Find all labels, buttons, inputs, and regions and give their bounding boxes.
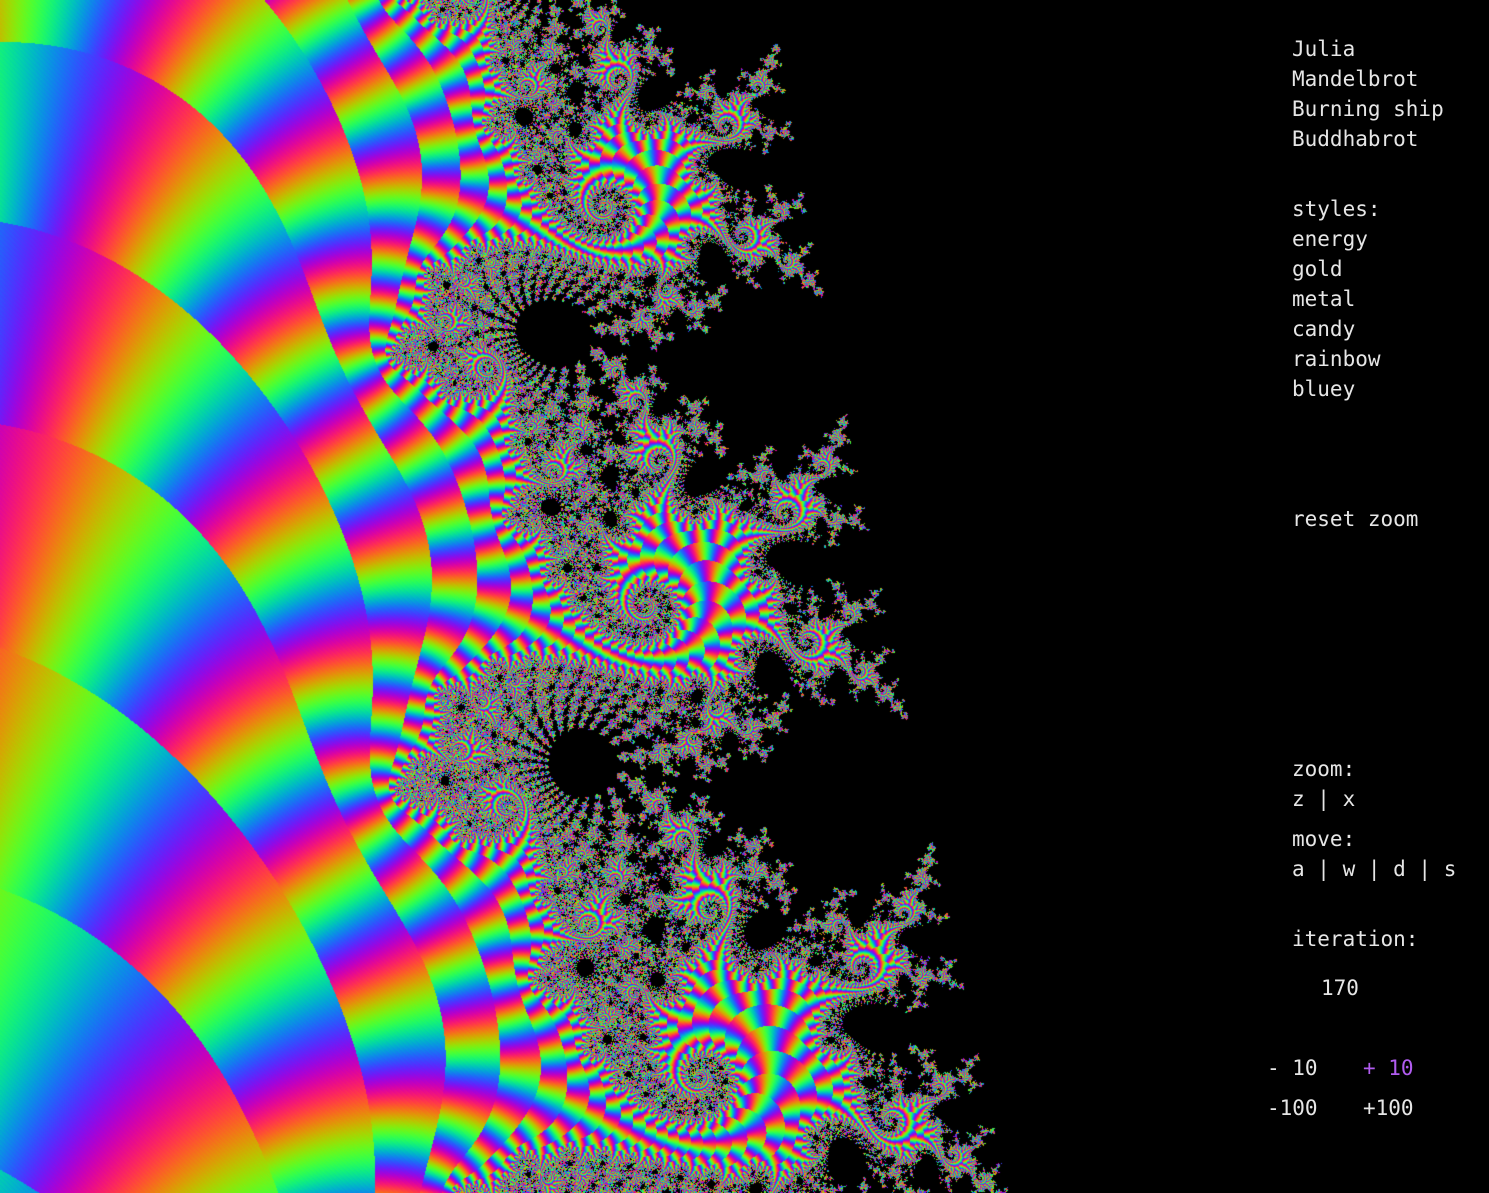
style-option-metal[interactable]: metal: [1292, 286, 1355, 312]
fractal-view[interactable]: [0, 0, 1193, 1193]
style-option-rainbow[interactable]: rainbow: [1292, 346, 1381, 372]
iteration-plus-100-button[interactable]: +100: [1363, 1095, 1414, 1121]
move-label: move:: [1292, 827, 1356, 851]
style-option-gold[interactable]: gold: [1292, 256, 1343, 282]
reset-zoom-button[interactable]: reset zoom: [1292, 506, 1418, 532]
styles-label: styles:: [1292, 197, 1381, 221]
iteration-minus-10-button[interactable]: - 10: [1267, 1055, 1318, 1081]
zoom-label: zoom:: [1292, 757, 1356, 781]
zoom-keys: z | x: [1292, 787, 1356, 811]
iteration-label: iteration:: [1292, 927, 1419, 951]
iteration-plus-10-button[interactable]: + 10: [1363, 1055, 1414, 1081]
fractal-option-burning-ship[interactable]: Burning ship: [1292, 96, 1444, 122]
style-option-energy[interactable]: energy: [1292, 226, 1368, 252]
control-panel: Julia Mandelbrot Burning ship Buddhabrot…: [1193, 0, 1489, 1193]
fractal-option-mandelbrot[interactable]: Mandelbrot: [1292, 66, 1418, 92]
style-option-candy[interactable]: candy: [1292, 316, 1355, 342]
iteration-minus-100-button[interactable]: -100: [1267, 1095, 1318, 1121]
iteration-value: 170: [1321, 976, 1359, 1000]
fractal-option-buddhabrot[interactable]: Buddhabrot: [1292, 126, 1418, 152]
move-keys: a | w | d | s: [1292, 857, 1457, 881]
style-option-bluey[interactable]: bluey: [1292, 376, 1355, 402]
fractal-option-julia[interactable]: Julia: [1292, 36, 1355, 62]
fractal-canvas[interactable]: [0, 0, 1193, 1193]
